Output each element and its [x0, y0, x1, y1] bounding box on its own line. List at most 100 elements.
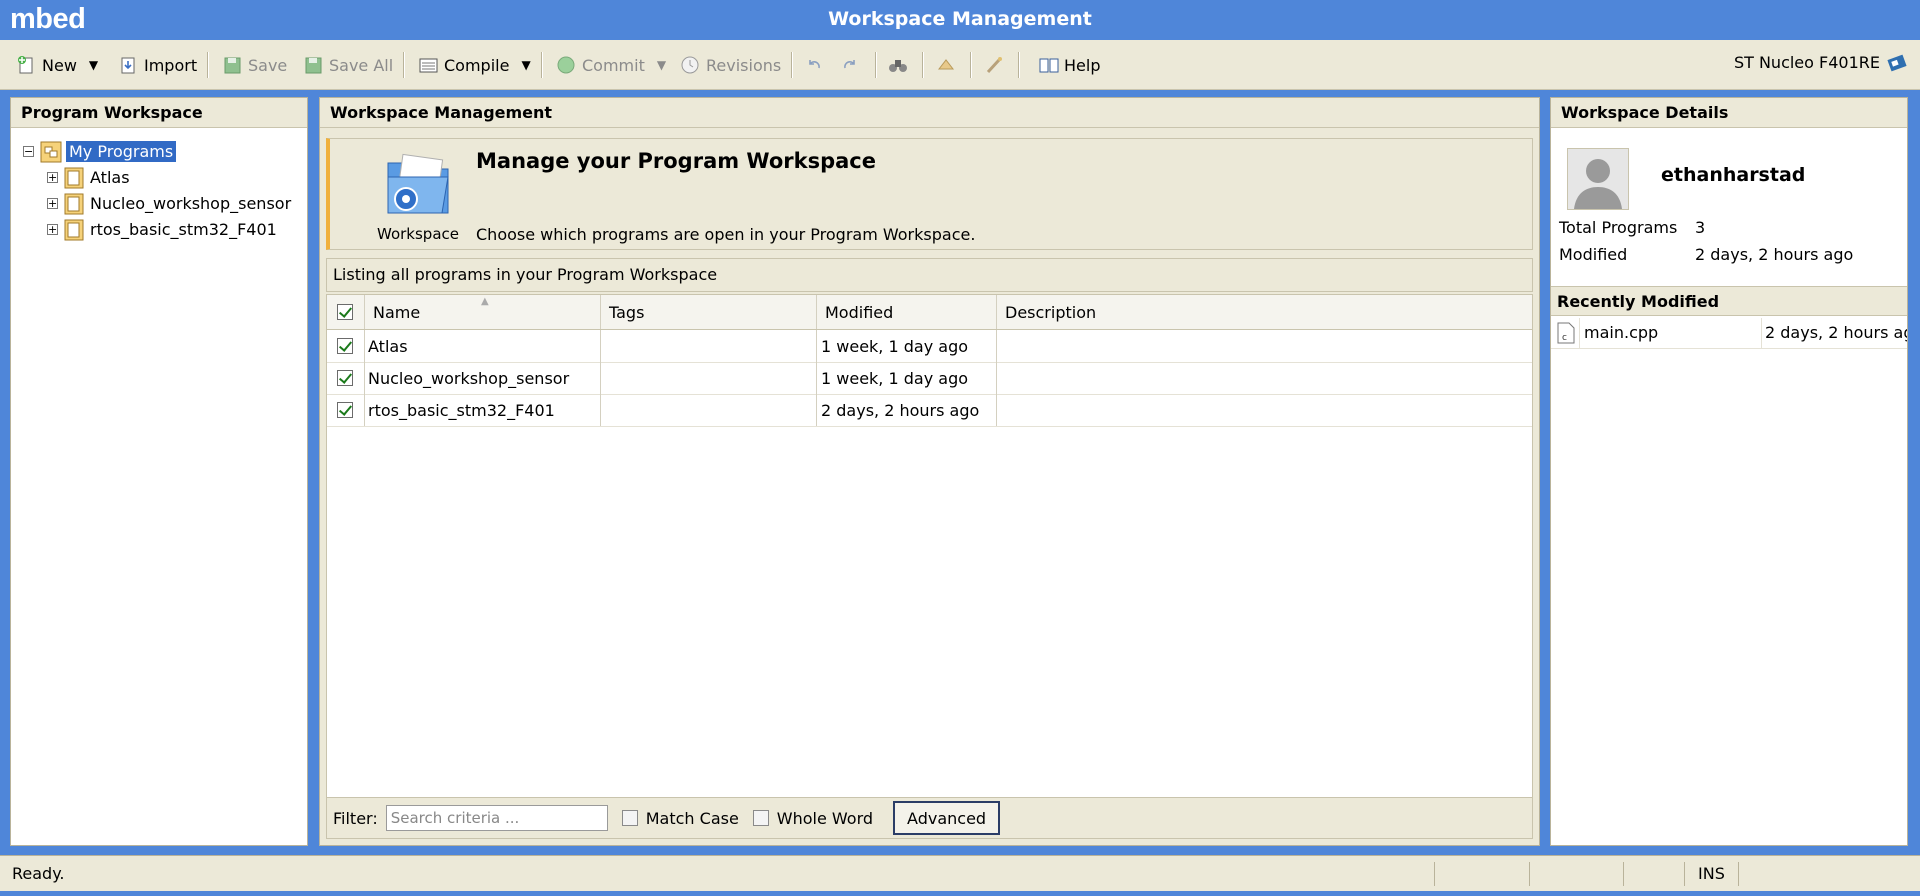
tree-item[interactable]: + Atlas	[23, 164, 291, 190]
cell-name: rtos_basic_stm32_F401	[365, 394, 601, 426]
whole-word-checkbox[interactable]	[752, 810, 769, 826]
cell-modified: 1 week, 1 day ago	[817, 362, 997, 394]
chevron-down-icon[interactable]: ▼	[89, 58, 98, 72]
publish-button[interactable]	[936, 52, 956, 78]
find-button[interactable]	[888, 52, 908, 78]
cell-name: Atlas	[365, 330, 601, 362]
toolbar-separator	[541, 52, 543, 78]
insert-mode-indicator: INS	[1698, 864, 1725, 883]
status-divider	[1434, 862, 1435, 886]
save-icon	[222, 55, 242, 75]
workspace-icon-group: Workspace	[358, 149, 478, 243]
toolbar-separator	[1018, 52, 1020, 78]
collapse-icon[interactable]: −	[23, 145, 34, 157]
tree-item[interactable]: + Nucleo_workshop_sensor	[23, 190, 291, 216]
whole-word-label: Whole Word	[776, 808, 874, 828]
column-header-name[interactable]: Name ▲	[365, 295, 601, 329]
save-button[interactable]: Save	[222, 52, 287, 78]
tree-item-label[interactable]: rtos_basic_stm32_F401	[90, 220, 277, 239]
import-icon	[118, 55, 138, 75]
recent-file-modified: 2 days, 2 hours ago	[1765, 323, 1907, 342]
cell-name: Nucleo_workshop_sensor	[365, 362, 601, 394]
expand-icon[interactable]: +	[47, 171, 58, 183]
select-all-checkbox[interactable]	[337, 304, 353, 320]
redo-button[interactable]	[840, 52, 860, 78]
book-icon	[1038, 55, 1059, 75]
status-divider	[1623, 862, 1624, 886]
device-selector[interactable]: ST Nucleo F401RE	[1734, 52, 1907, 72]
table-row[interactable]: Atlas 1 week, 1 day ago	[327, 330, 1532, 363]
chevron-down-icon[interactable]: ▼	[521, 58, 530, 72]
tree-item-label[interactable]: Atlas	[90, 168, 130, 187]
main-toolbar: New ▼ Import Save Save All Compile ▼ Com…	[0, 40, 1920, 90]
svg-text:c: c	[1562, 333, 1567, 343]
row-checkbox-cell	[327, 330, 365, 362]
wand-icon	[984, 55, 1004, 75]
toolbar-separator	[791, 52, 793, 78]
toolbar-separator	[970, 52, 972, 78]
panel-title: Program Workspace	[11, 98, 307, 128]
redo-icon	[840, 55, 860, 75]
row-checkbox[interactable]	[337, 402, 353, 418]
commit-icon	[556, 55, 576, 75]
workspace-folder-icon	[387, 153, 449, 214]
expand-icon[interactable]: +	[47, 223, 58, 235]
recently-modified-title: Recently Modified	[1551, 286, 1907, 316]
publish-icon	[936, 55, 956, 75]
list-caption: Listing all programs in your Program Wor…	[326, 258, 1533, 292]
panel-title: Workspace Details	[1551, 98, 1907, 128]
program-icon	[64, 193, 84, 215]
filter-search-input[interactable]	[385, 805, 608, 831]
save-all-button[interactable]: Save All	[303, 52, 393, 78]
commit-button[interactable]: Commit ▼	[556, 52, 666, 78]
tree-root-label[interactable]: My Programs	[66, 140, 177, 162]
compile-button[interactable]: Compile ▼	[418, 52, 531, 78]
recent-file-name: main.cpp	[1579, 318, 1762, 348]
import-button-label: Import	[144, 55, 198, 75]
undo-button[interactable]	[804, 52, 824, 78]
commit-button-label: Commit	[582, 55, 645, 75]
column-header-modified[interactable]: Modified	[817, 295, 997, 329]
import-button[interactable]: Import	[118, 52, 197, 78]
match-case-checkbox[interactable]	[621, 810, 638, 826]
tree-item-label[interactable]: Nucleo_workshop_sensor	[90, 194, 291, 213]
save-button-label: Save	[248, 55, 288, 75]
table-row[interactable]: Nucleo_workshop_sensor 1 week, 1 day ago	[327, 362, 1532, 395]
table-row[interactable]: rtos_basic_stm32_F401 2 days, 2 hours ag…	[327, 394, 1532, 427]
modified-value: 2 days, 2 hours ago	[1695, 245, 1854, 264]
cpp-file-icon: c	[1557, 322, 1575, 348]
total-programs-label: Total Programs	[1559, 218, 1678, 237]
tools-button[interactable]	[984, 52, 1004, 78]
chevron-down-icon[interactable]: ▼	[657, 58, 666, 72]
tree-root[interactable]: − My Programs	[23, 138, 291, 164]
banner-description: Choose which programs are open in your P…	[476, 225, 976, 244]
new-button[interactable]: New ▼	[16, 52, 98, 78]
workspace-icon-caption: Workspace	[377, 225, 459, 243]
username: ethanharstad	[1661, 164, 1806, 186]
detail-row: Total Programs 3	[1559, 218, 1705, 237]
row-checkbox[interactable]	[337, 370, 353, 386]
advanced-button[interactable]: Advanced	[893, 801, 1001, 835]
cell-modified: 1 week, 1 day ago	[817, 330, 997, 362]
table-header: Name ▲ Tags Modified Description	[327, 295, 1532, 330]
title-bar: mbed Workspace Management	[0, 0, 1920, 40]
save-all-button-label: Save All	[329, 55, 394, 75]
row-checkbox[interactable]	[337, 338, 353, 354]
binoculars-icon	[888, 55, 908, 75]
board-icon	[1886, 52, 1907, 72]
filter-label: Filter:	[333, 808, 378, 828]
column-header-tags[interactable]: Tags	[601, 295, 817, 329]
workspace-banner: Workspace Manage your Program Workspace …	[326, 138, 1533, 250]
help-button[interactable]: Help	[1038, 52, 1100, 78]
recent-file-row[interactable]: c main.cpp 2 days, 2 hours ago	[1551, 318, 1907, 349]
program-icon	[64, 167, 84, 189]
revisions-button[interactable]: Revisions	[680, 52, 781, 78]
expand-icon[interactable]: +	[47, 197, 58, 209]
column-header-description[interactable]: Description	[997, 295, 1532, 329]
programs-table: Name ▲ Tags Modified Description Atlas 1…	[326, 294, 1533, 802]
cell-tags	[601, 362, 817, 394]
tree-item[interactable]: + rtos_basic_stm32_F401	[23, 216, 291, 242]
cell-tags	[601, 394, 817, 426]
column-header-label: Description	[1005, 302, 1097, 322]
select-all-cell	[327, 295, 365, 329]
